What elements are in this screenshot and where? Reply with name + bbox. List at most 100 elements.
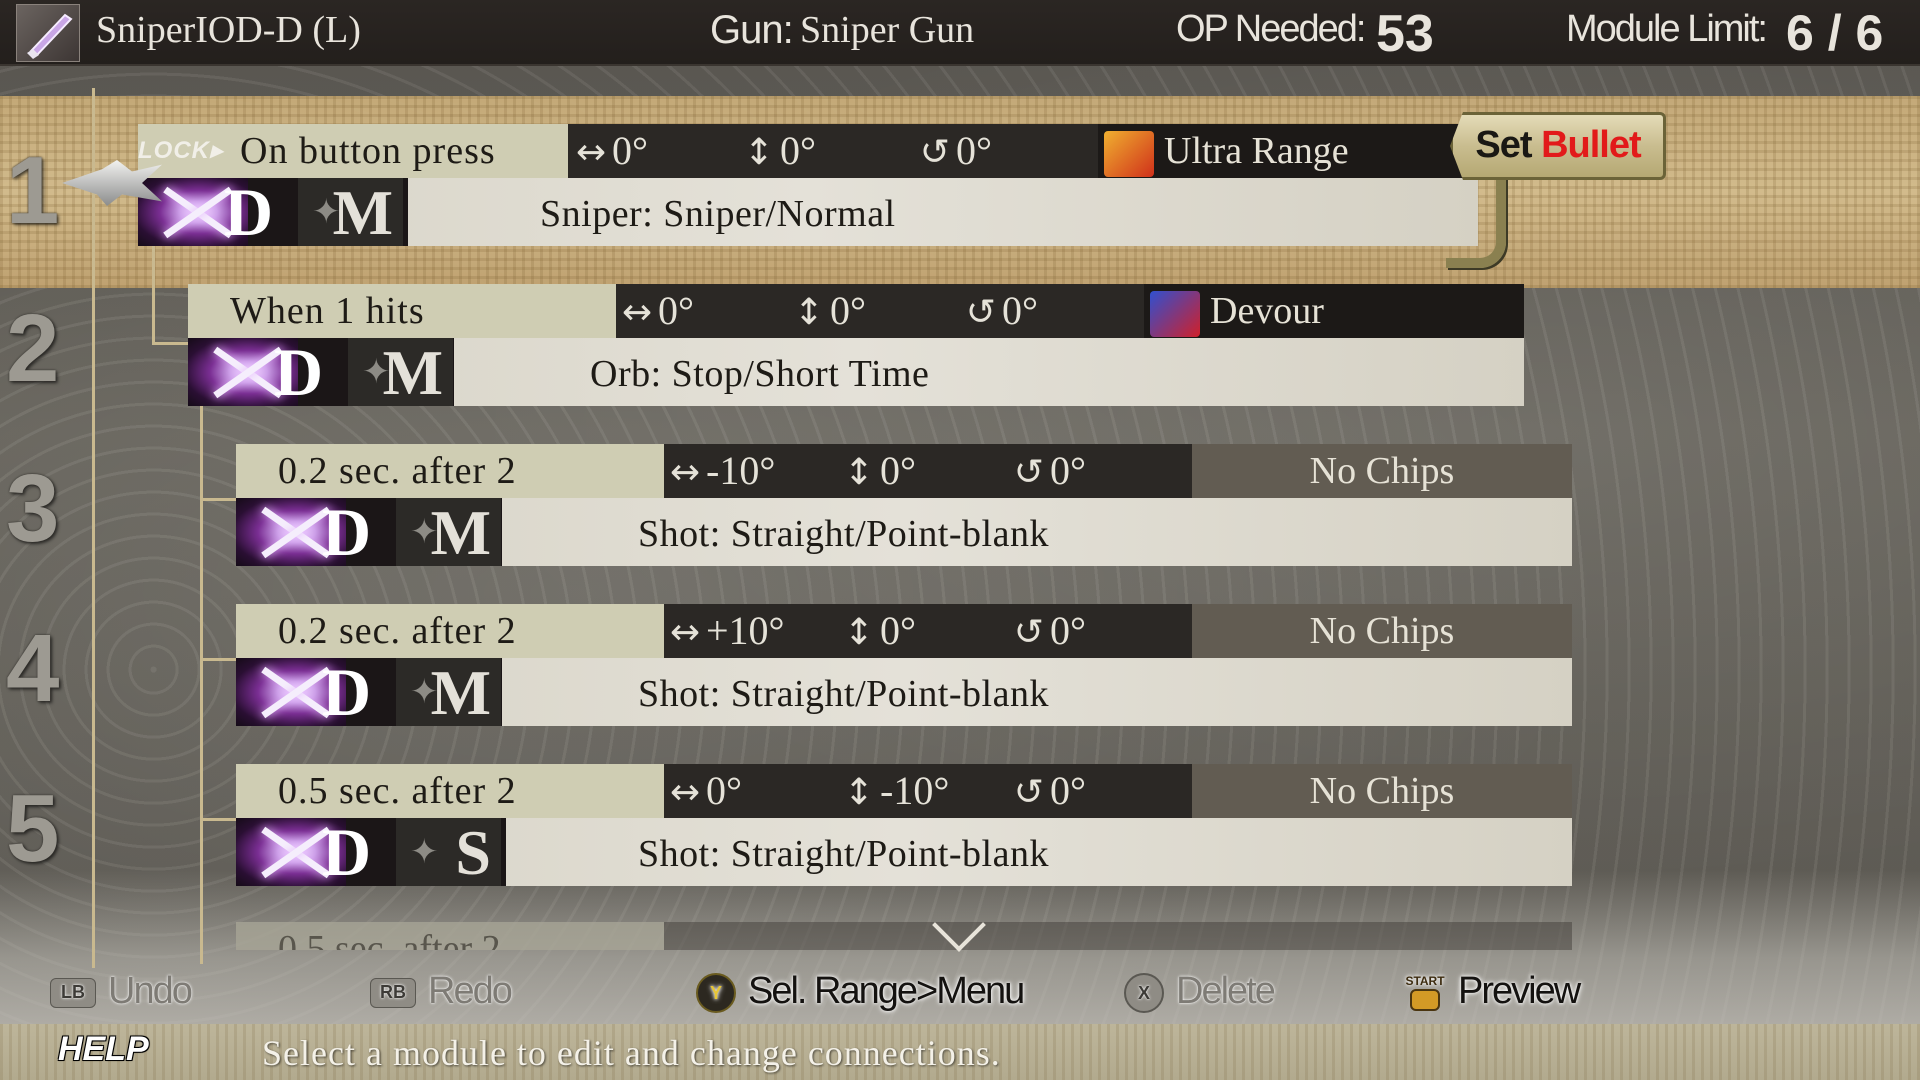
bullet-description: Sniper: Sniper/Normal [540,193,896,235]
select-range-label: Sel. Range>Menu [748,970,1025,1012]
horizontal-arrows-icon: ↔ [669,612,701,653]
module-limit-label: Module Limit: [1566,8,1768,50]
ultra-range-chip-icon [1104,131,1154,178]
rotate-icon: ↺ [1013,612,1045,653]
bullet-chip[interactable]: Ultra Range [1098,124,1478,178]
horizontal-arrows-icon: ↔ [575,132,607,173]
bullet-chip[interactable]: No Chips [1192,604,1572,658]
module-body: D M Orb: Stop/Short Time [188,334,1524,410]
horizontal-angle[interactable]: ↔ +10° [664,604,785,658]
row-number: 5 [6,775,60,882]
module-body: D M Shot: Straight/Point-blank [236,494,1572,570]
rotation-angle-value: 0° [1050,448,1086,493]
rotation-angle-value: 0° [1050,768,1086,813]
horizontal-angle[interactable]: ↔ 0° [616,284,694,338]
bullet-description: Shot: Straight/Point-blank [638,673,1049,715]
set-bullet-label-accent: Bullet [1541,124,1642,166]
bullet-chip[interactable]: No Chips [1192,444,1572,498]
chip-name: Devour [1210,290,1324,332]
horizontal-angle[interactable]: ↔ -10° [664,444,775,498]
help-bar: HELP Select a module to edit and change … [0,1024,1920,1080]
bullet-name: SniperIOD-D (L) [96,9,361,51]
badge-letter: D [322,654,372,730]
rotate-icon: ↺ [965,292,997,333]
trigger-condition[interactable]: When 1 hits [188,284,616,338]
devour-chip-icon [1150,291,1200,338]
horizontal-arrows-icon: ↔ [669,772,701,813]
x-button-icon: X [1124,972,1164,1013]
bullet-description: Shot: Straight/Point-blank [638,833,1049,875]
bullet-chip[interactable]: No Chips [1192,764,1572,818]
gun-label: Gun: [710,8,794,52]
y-button-icon: Y [696,972,736,1013]
bullet-type-badge: D S [236,814,506,890]
vertical-angle[interactable]: ↕ 0° [788,284,866,338]
rotation-angle[interactable]: ↺ 0° [1008,764,1086,818]
horizontal-angle-value: -10° [706,448,776,493]
vertical-angle-value: 0° [880,448,916,493]
delete-button[interactable]: X Delete [1124,960,1276,1022]
bullet-type-badge: D M [138,176,408,248]
module-row-1[interactable]: On button press ↔ 0° ↕ 0° ↺ 0° Ultra Range … [138,124,1478,248]
module-row-3[interactable]: 0.2 sec. after 2 ↔ -10° ↕ 0° ↺ 0° No Chips … [236,444,1572,570]
vertical-angle[interactable]: ↕ 0° [838,604,916,658]
rotation-angle[interactable]: ↺ 0° [914,124,992,178]
module-body: D M Shot: Straight/Point-blank [236,654,1572,730]
help-label: HELP [58,1030,149,1068]
row-number: 2 [6,295,60,402]
rotate-icon: ↺ [919,132,951,173]
badge-letter: D [274,334,324,410]
rotation-angle[interactable]: ↺ 0° [1008,444,1086,498]
rotation-angle[interactable]: ↺ 0° [960,284,1038,338]
trigger-condition[interactable]: 0.5 sec. after 2 [236,764,664,818]
horizontal-angle[interactable]: ↔ 0° [570,124,648,178]
badge-letter: D [322,814,372,890]
trigger-condition: 0.5 sec. after 2 [236,922,664,950]
vertical-arrows-icon: ↕ [843,452,875,493]
preview-label: Preview [1458,970,1581,1012]
rb-button-icon: RB [370,977,416,1008]
module-row-2[interactable]: When 1 hits ↔0° ↕0° ↺0° Devour D M Orb: … [188,284,1524,410]
bullet-size: M [298,178,403,248]
tree-line [152,242,155,344]
bullet-type-badge: D M [236,654,502,730]
help-text: Select a module to edit and change conne… [262,1033,1001,1073]
redo-button[interactable]: RB Redo [370,960,513,1022]
tree-line [200,818,236,821]
delete-label: Delete [1176,970,1276,1012]
start-button-label: START [1405,973,1445,988]
preview-button[interactable]: START Preview [1404,960,1581,1022]
bullet-chip[interactable]: Devour [1144,284,1524,338]
set-bullet-button[interactable]: Set Bullet [1450,112,1666,180]
trigger-condition[interactable]: 0.2 sec. after 2 [236,444,664,498]
vertical-angle[interactable]: ↕ 0° [738,124,816,178]
module-row-5[interactable]: 0.5 sec. after 2 ↔ 0° ↕ -10° ↺ 0° No Chips … [236,764,1572,890]
tree-line [200,658,236,661]
select-range-menu-button[interactable]: Y Sel. Range>Menu [696,960,1025,1022]
vertical-arrows-icon: ↕ [743,132,775,173]
tree-line [200,404,203,964]
horizontal-arrows-icon: ↔ [669,452,701,493]
bullet-description: Shot: Straight/Point-blank [638,513,1049,555]
badge-letter: D [322,494,372,570]
undo-button[interactable]: LB Undo [50,960,193,1022]
vertical-arrows-icon: ↕ [843,612,875,653]
redo-label: Redo [428,970,513,1012]
horizontal-arrows-icon: ↔ [621,292,653,333]
vertical-angle[interactable]: ↕ 0° [838,444,916,498]
row-number: 3 [6,455,60,562]
module-row-4[interactable]: 0.2 sec. after 2 ↔ +10° ↕ 0° ↺ 0° No Chips … [236,604,1572,730]
module-row-6-partial: 0.5 sec. after 2 [236,922,1572,950]
lock-label: LOCK▸ [138,137,224,164]
bullet-size: M [348,338,453,408]
horizontal-angle[interactable]: ↔ 0° [664,764,742,818]
bullet-size: S [396,818,501,888]
bullet-size: M [396,498,501,568]
rotation-angle-value: 0° [1002,288,1038,333]
vertical-angle[interactable]: ↕ -10° [838,764,949,818]
rotation-angle-value: 0° [956,128,992,173]
rotation-angle[interactable]: ↺ 0° [1008,604,1086,658]
row-number: 4 [6,615,60,722]
trigger-condition[interactable]: 0.2 sec. after 2 [236,604,664,658]
row-number: 1 [6,137,60,244]
